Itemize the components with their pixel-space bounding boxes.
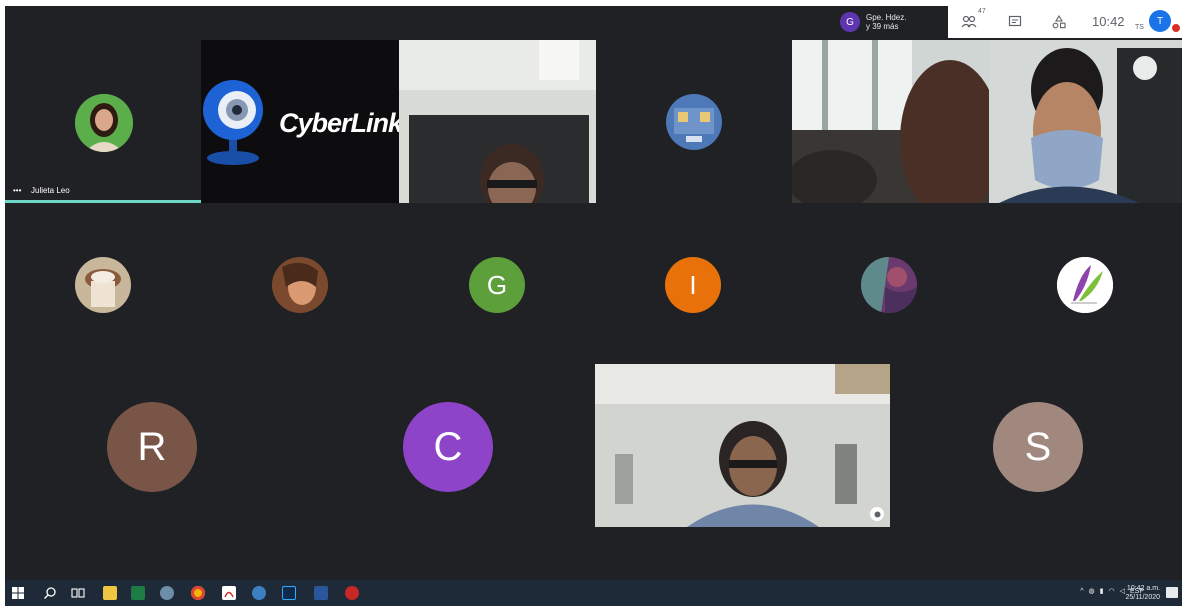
participant-tile-c[interactable]: C xyxy=(300,366,595,529)
battery-icon[interactable]: ▮ xyxy=(1100,587,1104,595)
webcam-icon xyxy=(203,80,263,165)
windows-taskbar: ^ ◍ ▮ ◠ ◁ ESP 10:42 a.m. 25/11/2020 xyxy=(5,580,1182,606)
notification-dot xyxy=(1171,23,1181,33)
participant-options-dots[interactable]: ••• xyxy=(13,186,21,195)
participant-tile-feathers[interactable] xyxy=(989,203,1182,366)
taskbar-date: 25/11/2020 xyxy=(1125,594,1160,601)
file-explorer-icon[interactable] xyxy=(103,586,117,600)
people-count-badge: 47 xyxy=(978,8,986,15)
participant-tile-cyberlink[interactable]: CyberLink xyxy=(201,40,399,203)
participant-tile-julieta[interactable]: ••• Julieta Leo xyxy=(5,40,201,203)
presenter-chip[interactable]: G Gpe. Hdez. y 39 más xyxy=(840,8,945,36)
presenter-avatar: G xyxy=(840,12,860,32)
task-view-icon[interactable] xyxy=(71,586,85,600)
participant-tile-r[interactable]: R xyxy=(5,366,300,529)
participant-tile-video-3[interactable] xyxy=(989,40,1182,203)
app-icon[interactable] xyxy=(252,586,266,600)
top-controls: 47 xyxy=(948,6,1182,38)
participant-video xyxy=(595,364,890,527)
taskbar-clock[interactable]: 10:42 a.m. 25/11/2020 xyxy=(1125,584,1160,602)
search-icon[interactable] xyxy=(43,586,57,600)
avatar-initial: S xyxy=(993,402,1083,492)
wifi-icon[interactable]: ◠ xyxy=(1108,587,1114,595)
participant-tile-video-1[interactable] xyxy=(399,40,596,203)
participant-video xyxy=(399,40,596,203)
user-avatar[interactable]: T xyxy=(1149,10,1171,32)
edge-icon[interactable] xyxy=(160,586,174,600)
avatar xyxy=(861,257,917,313)
chevron-up-icon[interactable]: ^ xyxy=(1080,588,1083,595)
participant-name: Julieta Leo xyxy=(31,186,70,195)
chrome-icon[interactable] xyxy=(191,586,205,600)
pin-icon[interactable] xyxy=(870,507,884,521)
meeting-clock: 10:42 xyxy=(1092,14,1125,29)
participant-tile-avatar-image[interactable] xyxy=(596,40,792,203)
volume-icon[interactable]: ◁ xyxy=(1120,587,1125,595)
participant-video xyxy=(989,40,1182,203)
avatar-initial: C xyxy=(403,402,493,492)
participant-tile-woman[interactable] xyxy=(201,203,399,366)
avatar xyxy=(666,94,722,150)
avatar-initial: I xyxy=(665,257,721,313)
activities-icon[interactable] xyxy=(1050,13,1068,31)
participant-video xyxy=(792,40,989,203)
participant-tile-main-video[interactable] xyxy=(595,364,890,527)
meet-stage: G Gpe. Hdez. y 39 más 47 10:42 TS T ••• … xyxy=(5,6,1182,580)
avatar xyxy=(272,257,328,313)
taskbar-time: 10:42 a.m. xyxy=(1126,585,1160,592)
windows-start-icon[interactable] xyxy=(11,586,25,600)
excel-icon[interactable] xyxy=(131,586,145,600)
avatar-initial: R xyxy=(107,402,197,492)
notification-center-icon[interactable] xyxy=(1166,587,1178,598)
participant-tile-video-2[interactable] xyxy=(792,40,989,203)
chat-icon[interactable] xyxy=(1006,13,1024,31)
record-icon[interactable] xyxy=(345,586,359,600)
profile-label: TS xyxy=(1135,24,1144,31)
people-icon[interactable] xyxy=(960,13,978,31)
word-icon[interactable] xyxy=(314,586,328,600)
photoshop-icon[interactable] xyxy=(282,586,296,600)
avatar-initial: G xyxy=(469,257,525,313)
presenter-label: Gpe. Hdez. y 39 más xyxy=(866,13,906,31)
participant-tile-s[interactable]: S xyxy=(890,366,1182,529)
cyberlink-logo-text: CyberLink xyxy=(279,108,399,138)
participant-tile-art[interactable] xyxy=(792,203,989,366)
network-icon[interactable]: ◍ xyxy=(1089,587,1095,595)
avatar xyxy=(75,257,131,313)
acrobat-icon[interactable] xyxy=(222,586,236,600)
participant-tile-food[interactable] xyxy=(5,203,201,366)
presenter-others: y 39 más xyxy=(866,22,899,31)
avatar xyxy=(75,94,133,152)
participant-tile-i[interactable]: I xyxy=(596,203,792,366)
presenter-name: Gpe. Hdez. xyxy=(866,13,907,22)
participant-tile-g[interactable]: G xyxy=(399,203,596,366)
avatar xyxy=(1057,257,1113,313)
top-bar: G Gpe. Hdez. y 39 más 47 10:42 TS T xyxy=(5,6,1182,38)
